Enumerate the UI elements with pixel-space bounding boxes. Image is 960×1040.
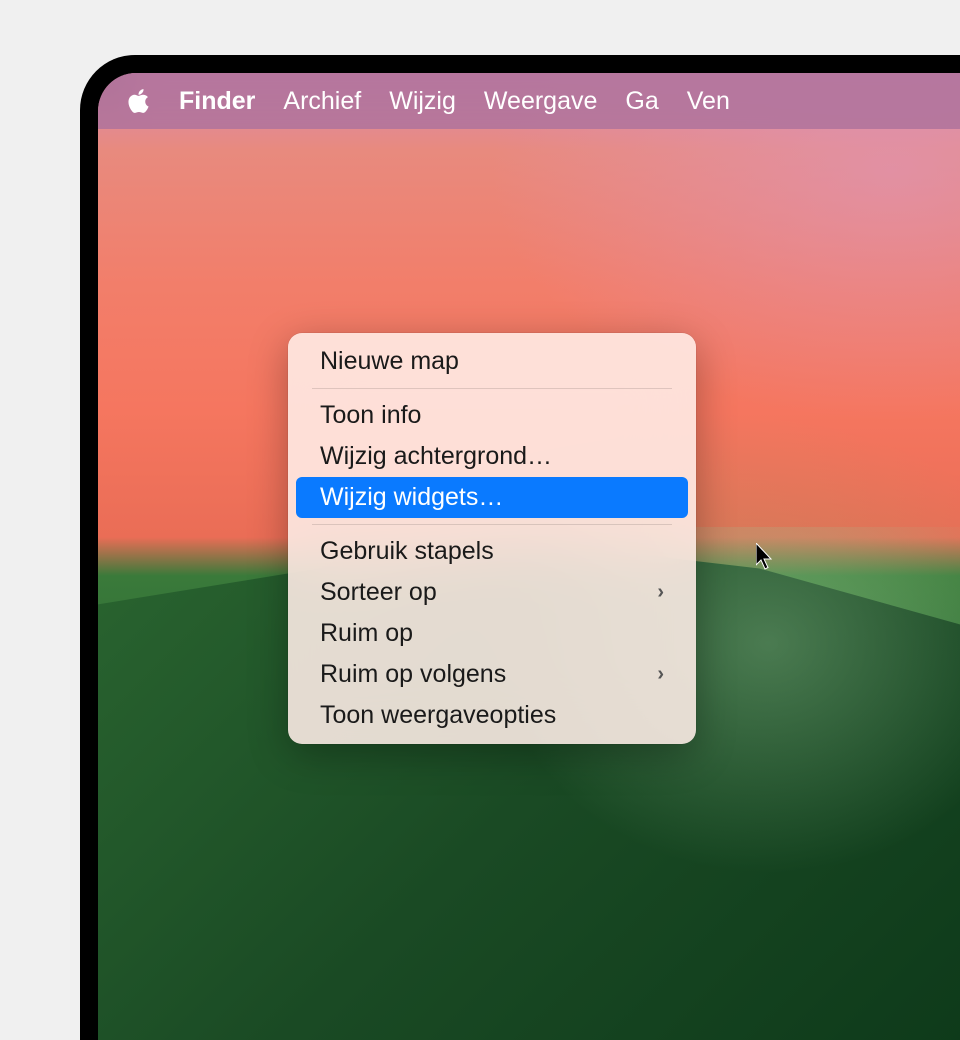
menu-item-label: Toon weergaveopties <box>320 701 556 730</box>
menu-item-label: Ruim op <box>320 619 413 648</box>
menubar-item-archief[interactable]: Archief <box>283 87 361 116</box>
menu-item-label: Wijzig widgets… <box>320 483 503 512</box>
screen: Finder Archief Wijzig Weergave Ga Ven Ni… <box>98 73 960 1040</box>
menu-divider <box>312 388 672 389</box>
menu-item-ruim-op[interactable]: Ruim op <box>296 613 688 654</box>
menubar-item-weergave[interactable]: Weergave <box>484 87 598 116</box>
menubar-item-venster[interactable]: Ven <box>687 87 730 116</box>
menu-item-label: Nieuwe map <box>320 347 459 376</box>
menu-item-label: Ruim op volgens <box>320 660 506 689</box>
device-frame: Finder Archief Wijzig Weergave Ga Ven Ni… <box>80 55 960 1040</box>
menu-item-label: Sorteer op <box>320 578 437 607</box>
menubar-app-name[interactable]: Finder <box>179 87 255 116</box>
menu-item-label: Toon info <box>320 401 421 430</box>
menu-item-toon-weergaveopties[interactable]: Toon weergaveopties <box>296 695 688 736</box>
menubar-item-wijzig[interactable]: Wijzig <box>389 87 456 116</box>
chevron-right-icon: › <box>657 581 664 604</box>
menu-item-label: Gebruik stapels <box>320 537 494 566</box>
menu-item-sorteer-op[interactable]: Sorteer op › <box>296 572 688 613</box>
menu-item-wijzig-widgets[interactable]: Wijzig widgets… <box>296 477 688 518</box>
menu-item-toon-info[interactable]: Toon info <box>296 395 688 436</box>
menu-item-label: Wijzig achtergrond… <box>320 442 552 471</box>
chevron-right-icon: › <box>657 663 664 686</box>
menu-item-ruim-op-volgens[interactable]: Ruim op volgens › <box>296 654 688 695</box>
cursor-icon <box>756 543 776 576</box>
menu-item-gebruik-stapels[interactable]: Gebruik stapels <box>296 531 688 572</box>
context-menu: Nieuwe map Toon info Wijzig achtergrond…… <box>288 333 696 744</box>
menu-item-wijzig-achtergrond[interactable]: Wijzig achtergrond… <box>296 436 688 477</box>
apple-menu-icon[interactable] <box>126 86 151 116</box>
menu-divider <box>312 524 672 525</box>
menubar: Finder Archief Wijzig Weergave Ga Ven <box>98 73 960 129</box>
menubar-item-ga[interactable]: Ga <box>625 87 658 116</box>
menu-item-nieuwe-map[interactable]: Nieuwe map <box>296 341 688 382</box>
